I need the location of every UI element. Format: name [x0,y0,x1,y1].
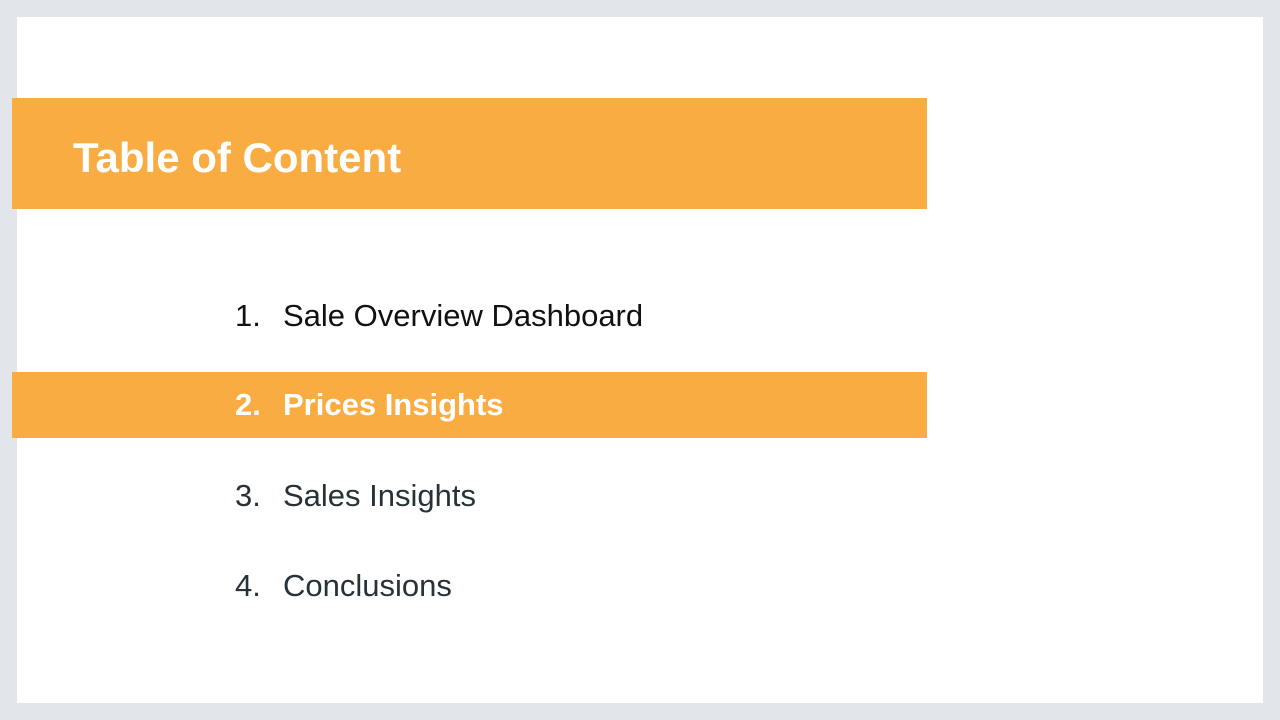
toc-item-label: Sale Overview Dashboard [283,298,644,333]
slide-title: Table of Content [73,134,402,181]
presentation-frame: Table of Content 1. Sale Overview Dashbo… [0,0,1280,720]
toc-item-label: Prices Insights [283,387,504,422]
toc-item-3: 3. Sales Insights [0,463,927,529]
toc-item-number: 3. [235,478,261,513]
toc-item-4: 4. Conclusions [0,553,927,619]
toc-item-number: 2. [235,387,261,422]
toc-item-2-highlighted: 2. Prices Insights [0,372,927,438]
toc-item-number: 4. [235,568,261,603]
toc-item-label: Sales Insights [283,478,476,513]
toc-item-label: Conclusions [283,568,452,603]
toc-item-number: 1. [235,298,261,333]
toc-item-1: 1. Sale Overview Dashboard [0,283,927,349]
